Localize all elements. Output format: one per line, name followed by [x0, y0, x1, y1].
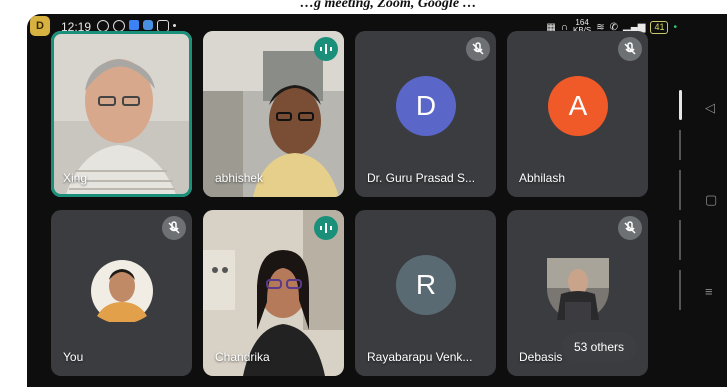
participant-tile[interactable]: Xing [51, 31, 192, 197]
mic-muted-icon [162, 216, 186, 240]
scroll-thumb[interactable] [679, 90, 682, 120]
more-dot-icon [173, 24, 176, 27]
avatar: D [396, 76, 456, 136]
avatar [547, 258, 609, 320]
mic-muted-icon [618, 216, 642, 240]
home-icon[interactable]: ▢ [705, 192, 717, 208]
avatar [91, 260, 153, 322]
app-badge-icon: D [30, 16, 50, 36]
mic-muted-icon [618, 37, 642, 61]
caption-text: …g meeting, Zoom, Google … [300, 0, 477, 11]
battery-icon: 41 [650, 20, 669, 34]
others-count-button[interactable]: 53 others [562, 332, 636, 362]
participant-tile[interactable]: A Abhilash [507, 31, 648, 197]
participant-name: Rayabarapu Venk... [367, 350, 473, 364]
participant-tile[interactable]: abhishek [203, 31, 344, 197]
speaking-indicator-icon [314, 37, 338, 61]
participant-name: Dr. Guru Prasad S... [367, 171, 476, 185]
avatar: A [548, 76, 608, 136]
android-navbar: ◁ ▢ ≡ [699, 14, 727, 387]
phone-screen: D 12:19 ▦ ∩ 164KB/S ≋ ✆ ▂▄▆ 41 • [27, 14, 727, 387]
scrollbar[interactable] [679, 90, 685, 320]
participant-name: You [63, 350, 84, 364]
avatar: R [396, 255, 456, 315]
participant-name: Xing [63, 171, 88, 185]
status-dot-icon: • [673, 21, 677, 33]
caption-strip: …g meeting, Zoom, Google … [0, 0, 727, 14]
back-icon[interactable]: ◁ [705, 100, 715, 116]
participant-name: Debasis [519, 350, 563, 364]
menu-icon[interactable]: ≡ [705, 284, 713, 299]
speaking-indicator-icon [314, 216, 338, 240]
participant-name: Chandrika [215, 350, 270, 364]
participant-name: Abhilash [519, 171, 566, 185]
mic-muted-icon [466, 37, 490, 61]
participant-name: abhishek [215, 171, 264, 185]
messages-icon [129, 20, 139, 30]
participant-tile[interactable]: R Rayabarapu Venk... [355, 210, 496, 376]
participant-tile[interactable]: D Dr. Guru Prasad S... [355, 31, 496, 197]
participant-tile[interactable]: You [51, 210, 192, 376]
participant-tile[interactable]: Chandrika [203, 210, 344, 376]
meet-icon [143, 20, 153, 30]
